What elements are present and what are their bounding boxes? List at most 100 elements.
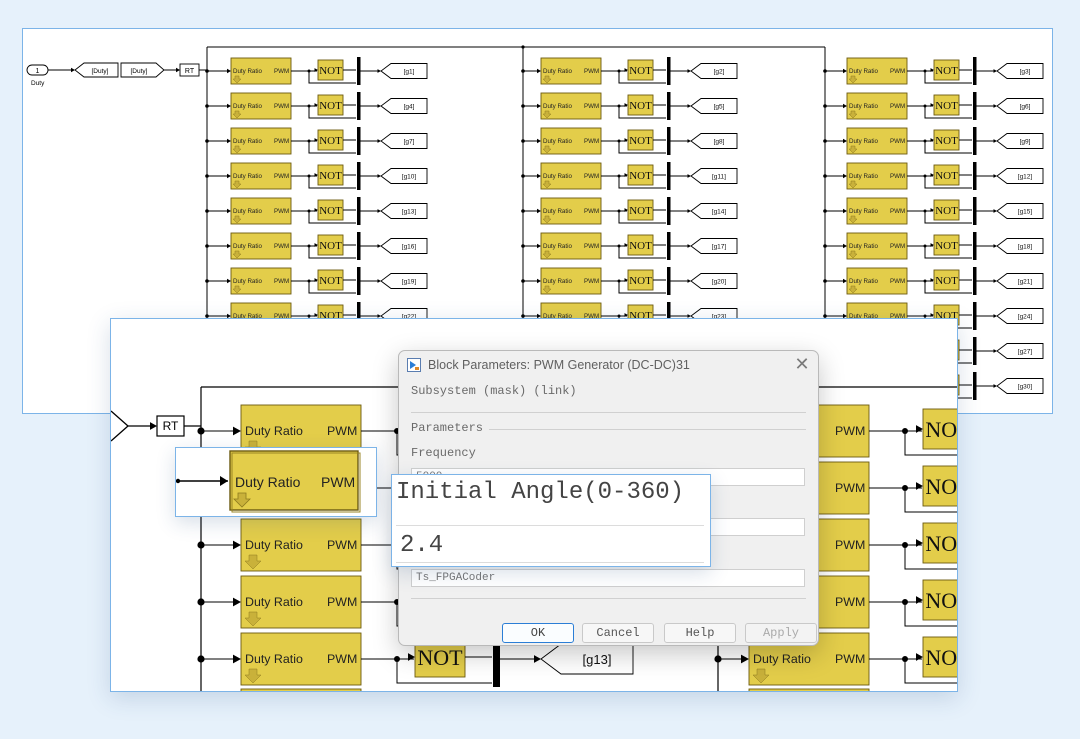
pwm-port-label: PWM (274, 138, 289, 145)
pwm-port-label: PWM (327, 595, 357, 609)
goto-tag-label: [g7] (404, 139, 415, 146)
not-label: NOT (935, 170, 958, 182)
duty-ratio-port-label: Duty Ratio (233, 243, 262, 250)
duty-ratio-port-label: Duty Ratio (543, 208, 572, 215)
arrowhead (227, 173, 231, 179)
mux-block[interactable] (357, 92, 361, 120)
not-label: NOT (417, 645, 463, 670)
arrowhead (227, 278, 231, 284)
arrowhead (843, 243, 847, 249)
mux-block[interactable] (357, 267, 361, 295)
goto-tag-label: [g13] (583, 652, 612, 667)
pwm-port-label: PWM (274, 68, 289, 75)
not-label: NOT (319, 205, 342, 217)
goto-tag-label: [g15] (1018, 209, 1033, 216)
goto-duty-label: [Duty] (92, 68, 109, 75)
pwm-port-label: PWM (890, 208, 905, 215)
mux-block[interactable] (973, 372, 977, 400)
mux-block[interactable] (357, 197, 361, 225)
mux-block[interactable] (667, 232, 671, 260)
mux-block[interactable] (973, 127, 977, 155)
mux-block[interactable] (357, 57, 361, 85)
goto-tag-label: [g6] (1020, 104, 1031, 111)
junction-dot (823, 244, 827, 248)
arrowhead (537, 243, 541, 249)
junction-dot (205, 279, 209, 283)
goto-tag-label: [g24] (1018, 314, 1033, 321)
arrowhead (916, 482, 923, 490)
mux-block[interactable] (667, 92, 671, 120)
goto-tag-label: [g14] (712, 209, 727, 216)
arrowhead (227, 208, 231, 214)
arrowhead (843, 208, 847, 214)
arrowhead (534, 655, 541, 663)
pwm-port-label: PWM (274, 208, 289, 215)
duty-ratio-port-label: Duty Ratio (233, 68, 262, 75)
mux-block[interactable] (357, 127, 361, 155)
mux-block[interactable] (973, 232, 977, 260)
junction-dot (205, 244, 209, 248)
goto-tag-label: [g5] (714, 104, 725, 111)
mux-block[interactable] (667, 127, 671, 155)
not-label: NOT (319, 100, 342, 112)
mux-block[interactable] (667, 267, 671, 295)
junction-dot (823, 69, 827, 73)
pwm-port-label: PWM (890, 278, 905, 285)
mux-block[interactable] (973, 92, 977, 120)
pwm-port-label: PWM (890, 68, 905, 75)
mux-block[interactable] (973, 197, 977, 225)
from-block-edge (111, 410, 129, 442)
pwm-port-label: PWM (584, 173, 599, 180)
dialog-titlebar[interactable]: Block Parameters: PWM Generator (DC-DC)3… (399, 351, 818, 379)
mux-block[interactable] (973, 162, 977, 190)
not-label: NOT (629, 65, 652, 77)
goto-tag-label: [g16] (402, 244, 417, 251)
goto-tag-label: [g17] (712, 244, 727, 251)
initial-angle-value-field[interactable]: 2.4 (396, 525, 704, 563)
pwm-port-label: PWM (584, 68, 599, 75)
mux-block[interactable] (667, 57, 671, 85)
arrowhead (843, 138, 847, 144)
arrowhead (537, 173, 541, 179)
arrowhead (176, 67, 180, 73)
junction-dot (205, 69, 209, 73)
arrowhead (227, 138, 231, 144)
not-label: NOT (629, 170, 652, 182)
duty-ratio-port-label: Duty Ratio (849, 278, 878, 285)
pwm-port-label: PWM (584, 138, 599, 145)
arrowhead (843, 68, 847, 74)
apply-button[interactable]: Apply (745, 623, 817, 643)
mux-block[interactable] (973, 57, 977, 85)
dialog-title: Block Parameters: PWM Generator (DC-DC)3… (428, 358, 690, 372)
junction-dot (823, 279, 827, 283)
goto-tag-label: [g8] (714, 139, 725, 146)
mux-block[interactable] (973, 302, 977, 330)
mux-block[interactable] (667, 197, 671, 225)
close-icon[interactable]: ✕ (794, 355, 810, 373)
not-label: NOT (925, 474, 958, 499)
mux-block[interactable] (357, 162, 361, 190)
not-label: NOT (319, 135, 342, 147)
cancel-button[interactable]: Cancel (582, 623, 654, 643)
goto-tag-label: [g21] (1018, 279, 1033, 286)
ok-button[interactable]: OK (502, 623, 574, 643)
pwm-port-label: PWM (327, 424, 357, 438)
pwm-port-label: PWM (274, 173, 289, 180)
junction-dot (521, 69, 525, 73)
junction-dot (521, 139, 525, 143)
pwm-block-highlight[interactable]: Duty Ratio PWM (176, 448, 378, 518)
mux-block[interactable] (357, 232, 361, 260)
junction-dot (521, 104, 525, 108)
not-label: NOT (925, 531, 958, 556)
arrowhead (916, 653, 923, 661)
sample-time-input[interactable]: Ts_FPGACoder (411, 569, 805, 587)
mux-block[interactable] (667, 162, 671, 190)
mux-block[interactable] (973, 337, 977, 365)
pwm-port-label: PWM (890, 103, 905, 110)
mux-block[interactable] (973, 267, 977, 295)
initial-angle-magnifier: Initial Angle(0-360) 2.4 (391, 474, 711, 567)
not-label: NOT (935, 275, 958, 287)
pwm-port-label: PWM (890, 173, 905, 180)
arrowhead (227, 68, 231, 74)
help-button[interactable]: Help (664, 623, 736, 643)
